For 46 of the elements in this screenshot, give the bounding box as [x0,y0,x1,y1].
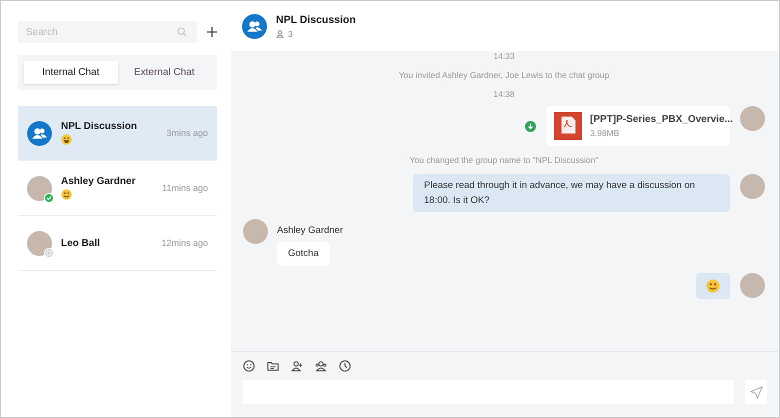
system-notice: You invited Ashley Gardner, Joe Lewis to the chat group [398,69,610,82]
message-bubble: Gotcha [277,242,330,266]
message-time: 14:33 [493,51,515,61]
group-icon[interactable] [315,360,327,372]
add-user-icon[interactable] [291,360,303,372]
contact-name: NPL Discussion [61,121,138,132]
message-bubble: Please read through it in advance, we may have a discussion on 18:00. Is it OK? [413,174,730,212]
search-field[interactable]: Search [18,21,197,43]
chat-list-item[interactable]: Leo Ball 12mins ago [18,216,217,271]
contact-name: Ashley Gardner [61,176,136,187]
chat-tab[interactable]: External Chat [118,61,211,84]
avatar [27,176,52,200]
group-avatar-icon [242,14,267,38]
download-icon[interactable] [525,120,536,132]
avatar [27,230,52,256]
folder-icon[interactable] [267,360,279,372]
members-icon [276,30,284,38]
chat-list-item[interactable]: NPL Discussion 3mins ago [18,106,217,161]
file-size: 3.98MB [590,128,620,138]
chat-title: NPL Discussion [276,14,356,26]
avatar [243,219,268,244]
emoji-icon[interactable] [243,360,255,372]
avatar [740,106,765,131]
sender-name: Ashley Gardner [277,225,344,236]
emoji-icon [61,189,72,200]
system-notice: You changed the group name to "NPL Discussion" [408,154,600,167]
file-card[interactable]: [PPT]P-Series_PBX_Overvie... 3.98MB [546,106,730,146]
file-name: [PPT]P-Series_PBX_Overvie... [590,114,733,125]
timestamp: 11mins ago [162,183,208,193]
pdf-file-icon [554,112,582,140]
group-avatar-icon [27,120,52,146]
add-icon[interactable] [207,27,217,37]
timestamp: 12mins ago [161,238,208,248]
avatar [740,272,765,298]
chat-tab[interactable]: Internal Chat [24,61,118,84]
clock-icon[interactable] [339,360,351,372]
emoji-icon [706,278,720,293]
message-time: 14:38 [493,89,515,99]
avatar [740,174,765,199]
member-count: 3 [288,28,293,38]
send-icon [750,386,762,398]
emoji-icon [61,134,72,145]
chat-list-item[interactable]: Ashley Gardner 11mins ago [18,161,217,216]
search-icon [177,27,187,37]
timestamp: 3mins ago [166,128,208,138]
contact-name: Leo Ball [61,238,101,248]
